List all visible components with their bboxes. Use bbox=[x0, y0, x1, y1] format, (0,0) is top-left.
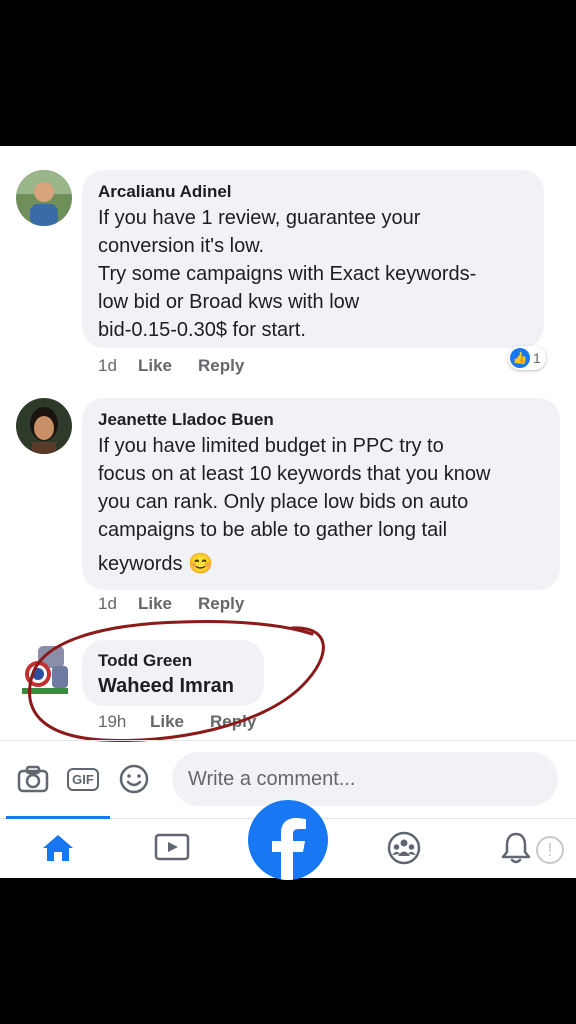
comment-line: focus on at least 10 keywords that you k… bbox=[98, 463, 491, 485]
active-tab-indicator bbox=[6, 816, 110, 819]
camera-icon[interactable] bbox=[16, 762, 50, 796]
comment-line: campaigns to be able to gather long tail bbox=[98, 519, 448, 541]
mentioned-user-tag[interactable]: Waheed Imran bbox=[98, 672, 234, 700]
avatar[interactable] bbox=[16, 170, 72, 226]
comments-screen: Arcalianu Adinel If you have 1 review, g… bbox=[0, 146, 576, 880]
reaction-badge[interactable]: 👍 1 bbox=[508, 346, 546, 370]
comment-time: 1d bbox=[98, 594, 117, 613]
comment-text: If you have limited budget in PPC try to… bbox=[98, 432, 558, 578]
comment-line: If you have limited budget in PPC try to bbox=[98, 435, 444, 457]
comment-text: If you have 1 review, guarantee your con… bbox=[98, 204, 538, 344]
like-button[interactable]: Like bbox=[150, 712, 184, 732]
comment-line: bid-0.15-0.30$ for start. bbox=[98, 319, 306, 341]
comment-line: you can rank. Only place low bids on aut… bbox=[98, 491, 469, 513]
composer-divider bbox=[0, 740, 576, 741]
comment-line: conversion it's low. bbox=[98, 235, 265, 257]
emoji-icon[interactable] bbox=[117, 762, 151, 796]
avatar[interactable] bbox=[16, 398, 72, 454]
comment-line: low bid or Broad kws with low bbox=[98, 291, 360, 313]
avatar[interactable] bbox=[18, 640, 74, 696]
like-button[interactable]: Like bbox=[138, 594, 172, 614]
gif-icon[interactable]: GIF bbox=[66, 762, 100, 796]
like-button[interactable]: Like bbox=[138, 356, 172, 376]
reply-button[interactable]: Reply bbox=[198, 356, 244, 376]
comment-author[interactable]: Jeanette Lladoc Buen bbox=[98, 410, 274, 430]
notifications-icon[interactable] bbox=[496, 828, 536, 868]
comment-time: 19h bbox=[98, 712, 127, 731]
comment-input[interactable]: Write a comment... bbox=[172, 752, 558, 806]
info-icon: ! bbox=[536, 836, 564, 864]
comment-time: 1d bbox=[98, 356, 117, 375]
gif-label: GIF bbox=[67, 767, 99, 791]
comment-line: keywords 😊 bbox=[98, 553, 213, 575]
reaction-count: 1 bbox=[533, 350, 541, 366]
reply-button[interactable]: Reply bbox=[198, 594, 244, 614]
home-icon[interactable] bbox=[38, 828, 78, 868]
reply-button[interactable]: Reply bbox=[210, 712, 256, 732]
facebook-logo[interactable] bbox=[248, 800, 328, 880]
comment-author[interactable]: Arcalianu Adinel bbox=[98, 182, 232, 202]
like-reaction-icon: 👍 bbox=[510, 348, 530, 368]
comment-line: If you have 1 review, guarantee your bbox=[98, 207, 421, 229]
comment-line: Try some campaigns with Exact keywords- bbox=[98, 263, 477, 285]
watch-icon[interactable] bbox=[152, 828, 192, 868]
comment-author[interactable]: Todd Green bbox=[98, 651, 192, 671]
groups-icon[interactable] bbox=[384, 828, 424, 868]
